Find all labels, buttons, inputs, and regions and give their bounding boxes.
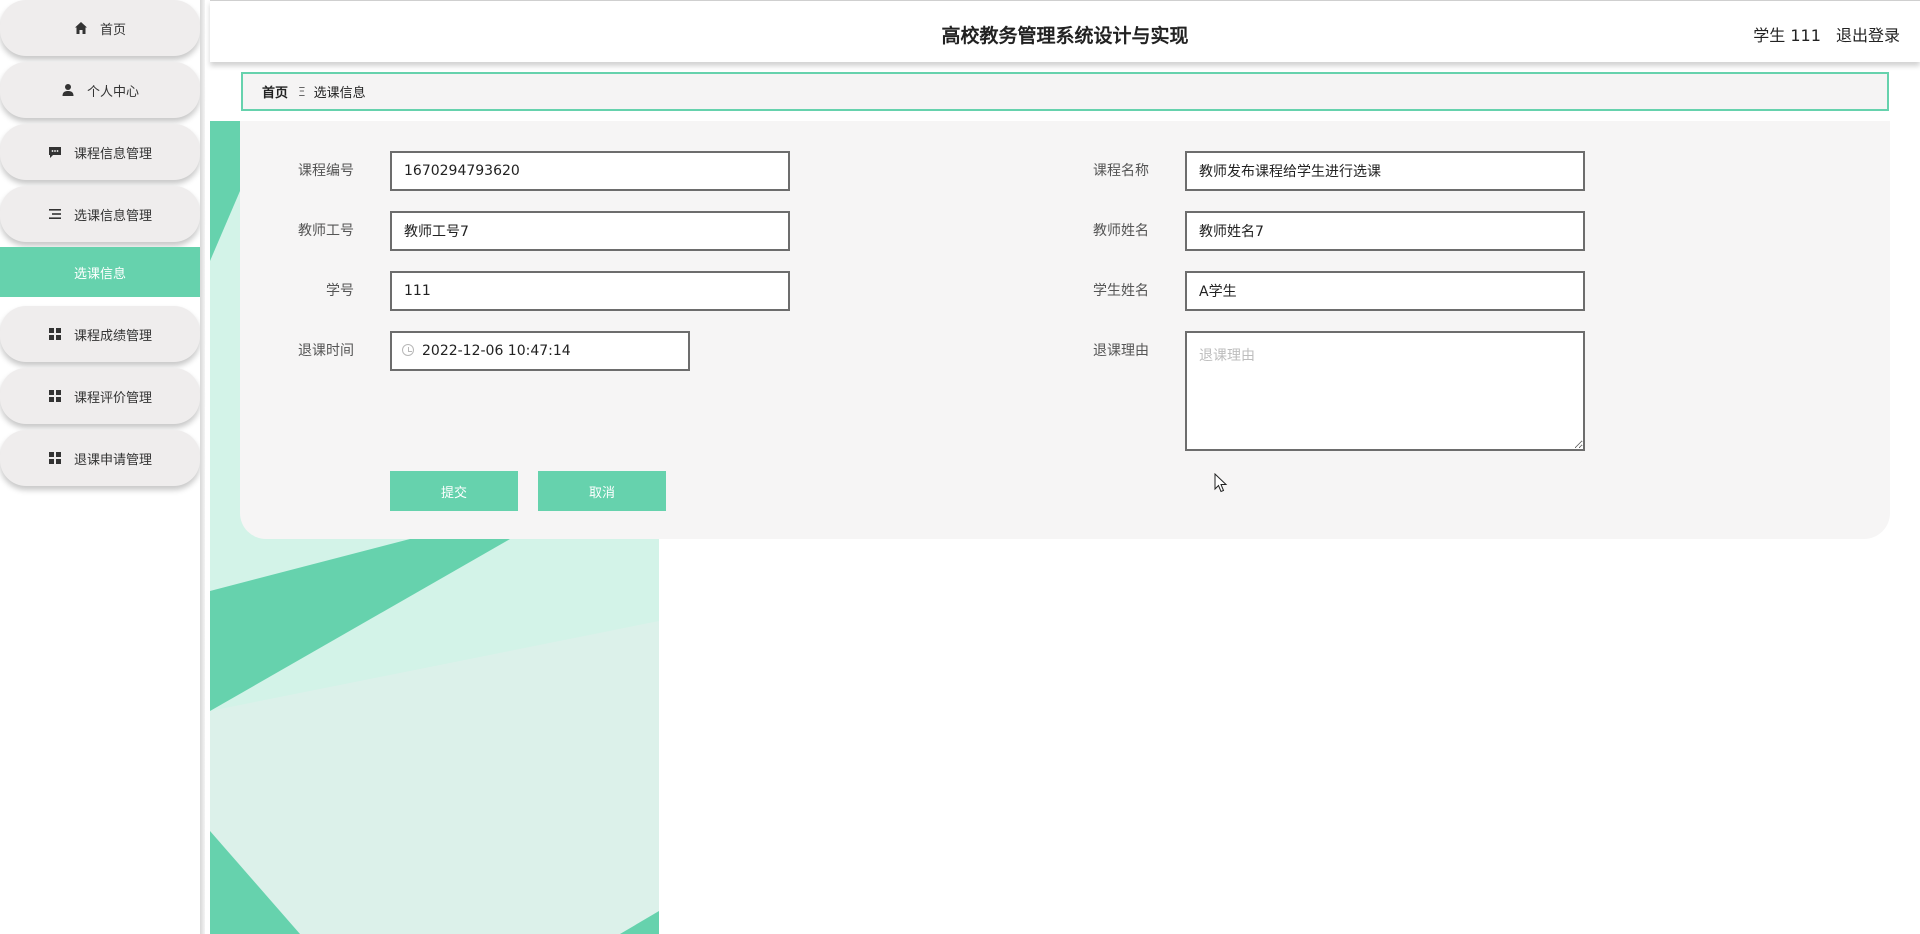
course-name-field[interactable] bbox=[1185, 151, 1585, 191]
grid-icon bbox=[48, 327, 62, 341]
form-card: 课程编号 课程名称 教师工号 教师姓名 学号 学生姓名 退课时间 退课理由 提交… bbox=[240, 121, 1890, 539]
submit-button[interactable]: 提交 bbox=[390, 471, 518, 511]
breadcrumb-home[interactable]: 首页 bbox=[262, 82, 288, 101]
sidebar-item-label: 课程信息管理 bbox=[73, 146, 152, 162]
sidebar-subitem-enrollment-info[interactable]: 选课信息 bbox=[0, 247, 200, 297]
course-id-label: 课程编号 bbox=[298, 163, 354, 179]
course-id-field[interactable] bbox=[390, 151, 790, 191]
sidebar-item-label: 首页 bbox=[99, 22, 126, 38]
breadcrumb: 首页 Ξ 选课信息 bbox=[241, 72, 1889, 111]
logout-button[interactable]: 退出登录 bbox=[1836, 26, 1900, 45]
course-name-label: 课程名称 bbox=[1093, 163, 1149, 179]
sidebar-item-profile[interactable]: 个人中心 bbox=[0, 62, 200, 118]
cancel-button[interactable]: 取消 bbox=[538, 471, 666, 511]
home-icon bbox=[74, 21, 88, 35]
breadcrumb-current: 选课信息 bbox=[313, 86, 366, 101]
message-icon bbox=[48, 145, 62, 159]
list-icon bbox=[48, 207, 62, 221]
drop-reason-textarea[interactable] bbox=[1185, 331, 1585, 451]
sidebar-item-label: 个人中心 bbox=[86, 84, 139, 100]
sidebar-item-course-info[interactable]: 课程信息管理 bbox=[0, 124, 200, 180]
teacher-id-field[interactable] bbox=[390, 211, 790, 251]
top-header: 高校教务管理系统设计与实现 学生 111 退出登录 bbox=[210, 0, 1920, 62]
sidebar-item-label: 选课信息管理 bbox=[73, 208, 152, 224]
current-user: 学生 111 bbox=[1753, 26, 1821, 45]
sidebar-item-enrollment[interactable]: 选课信息管理 bbox=[0, 186, 200, 242]
mouse-cursor-icon bbox=[1214, 472, 1228, 497]
sidebar-item-grades[interactable]: 课程成绩管理 bbox=[0, 306, 200, 362]
grid-icon bbox=[48, 451, 62, 465]
sidebar-item-evaluation[interactable]: 课程评价管理 bbox=[0, 368, 200, 424]
sidebar-divider bbox=[200, 0, 205, 934]
sidebar-item-label: 课程评价管理 bbox=[73, 390, 152, 406]
sidebar: 首页 个人中心 课程信息管理 选课信息管理 选课信息 课程成绩管理 课程评价管理 bbox=[0, 0, 200, 934]
app-title: 高校教务管理系统设计与实现 bbox=[941, 25, 1189, 47]
drop-reason-label: 退课理由 bbox=[1093, 343, 1149, 359]
sidebar-subitem-label: 选课信息 bbox=[73, 266, 126, 282]
clock-icon bbox=[402, 344, 414, 356]
teacher-name-field[interactable] bbox=[1185, 211, 1585, 251]
drop-time-picker[interactable] bbox=[390, 331, 690, 371]
student-name-label: 学生姓名 bbox=[1093, 283, 1149, 299]
drop-time-label: 退课时间 bbox=[298, 343, 354, 359]
user-area: 学生 111 退出登录 bbox=[1743, 22, 1900, 46]
teacher-id-label: 教师工号 bbox=[298, 223, 354, 239]
student-id-label: 学号 bbox=[326, 283, 354, 299]
user-icon bbox=[61, 83, 75, 97]
sidebar-item-drop-requests[interactable]: 退课申请管理 bbox=[0, 430, 200, 486]
grid-icon bbox=[48, 389, 62, 403]
sidebar-item-label: 课程成绩管理 bbox=[73, 328, 152, 344]
teacher-name-label: 教师姓名 bbox=[1093, 223, 1149, 239]
sidebar-item-label: 退课申请管理 bbox=[73, 452, 152, 468]
student-name-field[interactable] bbox=[1185, 271, 1585, 311]
breadcrumb-separator-icon: Ξ bbox=[298, 84, 306, 99]
student-id-field[interactable] bbox=[390, 271, 790, 311]
sidebar-item-home[interactable]: 首页 bbox=[0, 0, 200, 56]
